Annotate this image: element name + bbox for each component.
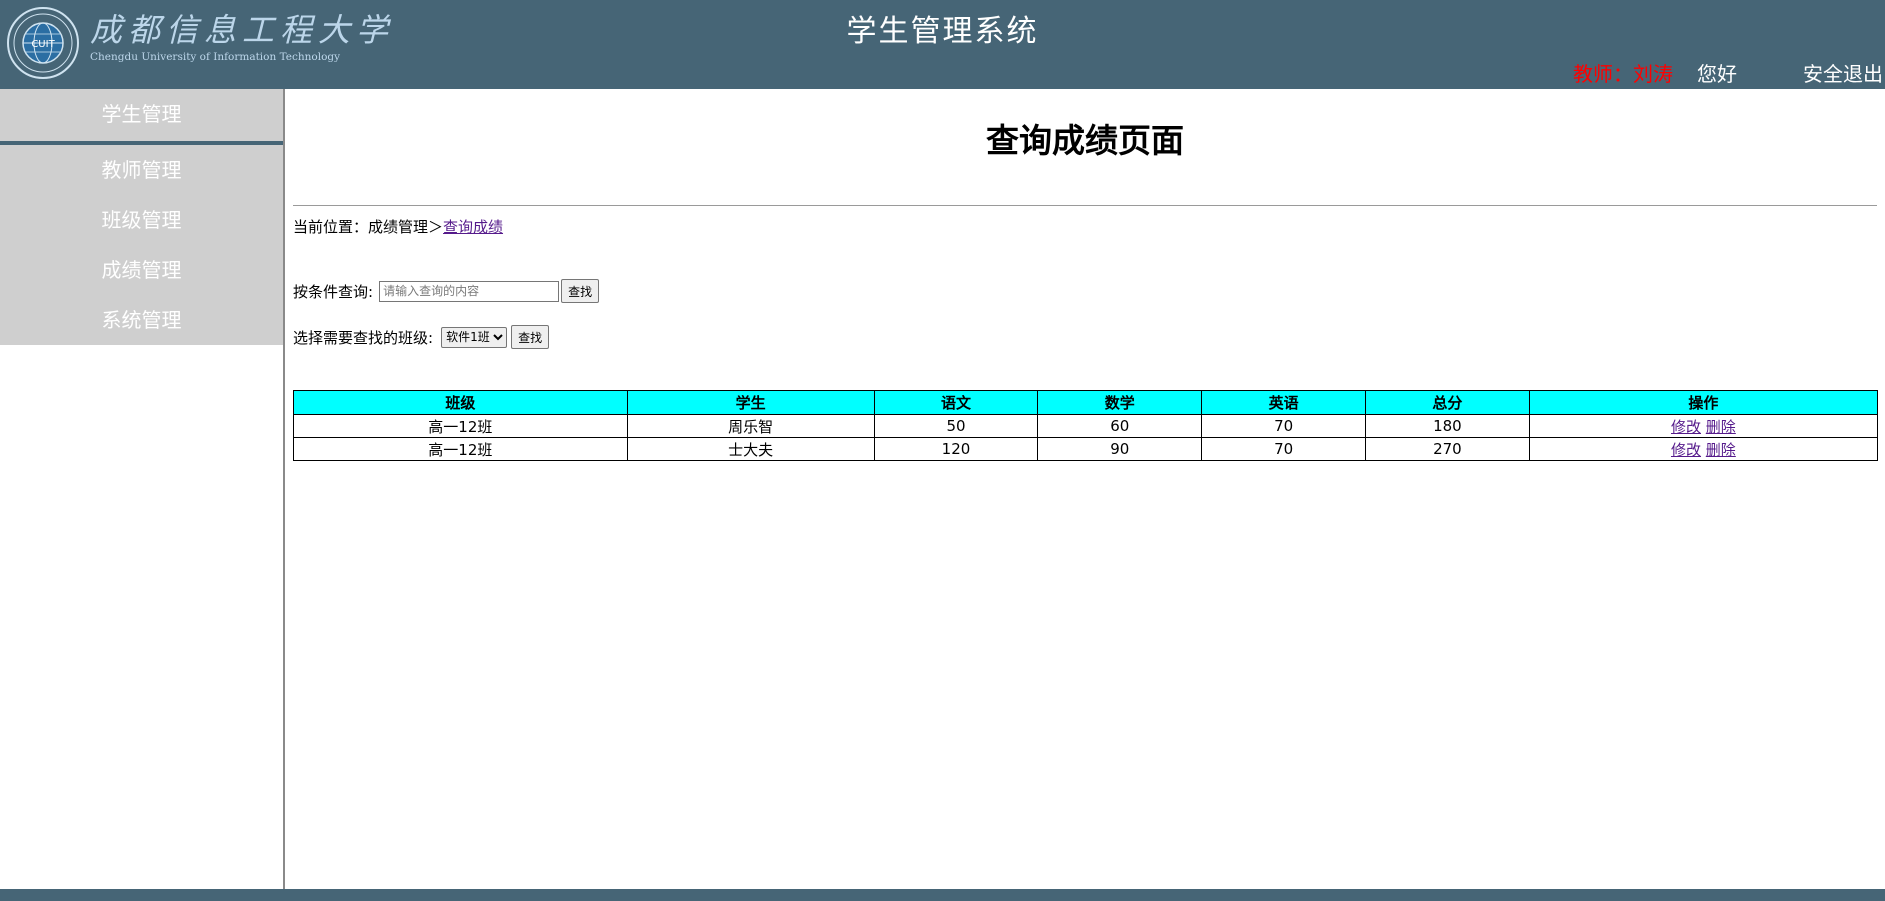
cell-english: 70: [1201, 414, 1367, 438]
edit-link[interactable]: 修改: [1671, 418, 1701, 436]
sidebar-item-teacher-management[interactable]: 教师管理: [0, 145, 283, 195]
cell-class: 高一12班: [293, 437, 628, 461]
column-header-class: 班级: [293, 390, 628, 415]
top-header: CUIT 成都信息工程大学 Chengdu University of Info…: [0, 0, 1885, 89]
search-label: 按条件查询:: [293, 282, 374, 301]
class-select[interactable]: 软件1班: [441, 326, 508, 348]
column-header-actions: 操作: [1528, 390, 1879, 415]
cell-class: 高一12班: [293, 414, 628, 438]
user-role-label: 教师：: [1573, 61, 1633, 86]
sidebar: 学生管理 教师管理 班级管理 成绩管理 系统管理: [0, 89, 285, 889]
main-content: 查询成绩页面 当前位置：成绩管理＞查询成绩 按条件查询: 查找 选择需要查找的班…: [285, 89, 1885, 889]
sidebar-menu: 学生管理 教师管理 班级管理 成绩管理 系统管理: [0, 89, 283, 345]
sidebar-item-system-management[interactable]: 系统管理: [0, 295, 283, 345]
cell-student: 士大夫: [626, 437, 875, 461]
cell-math: 90: [1037, 437, 1203, 461]
logo-english-name: Chengdu University of Information Techno…: [90, 51, 341, 63]
edit-link[interactable]: 修改: [1671, 441, 1701, 459]
cell-actions: 修改 删除: [1528, 414, 1879, 438]
page-title: 查询成绩页面: [986, 122, 1184, 159]
breadcrumb: 当前位置：成绩管理＞查询成绩: [293, 216, 503, 237]
sidebar-item-class-management[interactable]: 班级管理: [0, 195, 283, 245]
university-logo-icon: CUIT: [7, 7, 79, 79]
delete-link[interactable]: 删除: [1706, 418, 1736, 436]
column-header-chinese: 语文: [873, 390, 1039, 415]
grades-table: 班级 学生 语文 数学 英语 总分 操作 高一12班 周乐智 50 60 70 …: [293, 390, 1879, 461]
cell-total: 270: [1365, 437, 1530, 461]
cell-chinese: 50: [873, 414, 1039, 438]
search-button[interactable]: 查找: [561, 279, 600, 303]
class-search-button[interactable]: 查找: [511, 325, 550, 349]
cell-math: 60: [1037, 414, 1203, 438]
user-name: 刘涛: [1633, 61, 1673, 86]
table-row: 高一12班 士大夫 120 90 70 270 修改 删除: [293, 437, 1879, 461]
column-header-english: 英语: [1201, 390, 1367, 415]
search-input[interactable]: [379, 280, 560, 302]
cell-actions: 修改 删除: [1528, 437, 1879, 461]
class-filter-label: 选择需要查找的班级:: [293, 328, 434, 347]
cell-chinese: 120: [873, 437, 1039, 461]
university-logo-wordmark: 成都信息工程大学 Chengdu University of Informati…: [90, 10, 400, 70]
search-row: 按条件查询: 查找: [293, 279, 600, 303]
sidebar-item-grade-management[interactable]: 成绩管理: [0, 245, 283, 295]
user-info: 教师： 刘涛 您好 安全退出: [1573, 58, 1883, 86]
breadcrumb-current-link[interactable]: 查询成绩: [443, 218, 503, 236]
column-header-total: 总分: [1365, 390, 1530, 415]
cell-total: 180: [1365, 414, 1530, 438]
column-header-student: 学生: [626, 390, 875, 415]
footer-bar: [0, 889, 1885, 901]
logout-link[interactable]: 安全退出: [1803, 58, 1883, 87]
cell-english: 70: [1201, 437, 1367, 461]
breadcrumb-prefix: 当前位置：成绩管理＞: [293, 218, 444, 236]
greeting-text: 您好: [1697, 61, 1737, 86]
table-row: 高一12班 周乐智 50 60 70 180 修改 删除: [293, 414, 1879, 438]
sidebar-item-student-management[interactable]: 学生管理: [0, 89, 283, 145]
column-header-math: 数学: [1037, 390, 1203, 415]
logo-chinese-name: 成都信息工程大学: [90, 11, 395, 49]
class-filter-row: 选择需要查找的班级: 软件1班 查找: [293, 325, 550, 349]
cell-student: 周乐智: [626, 414, 875, 438]
svg-text:CUIT: CUIT: [31, 39, 55, 50]
delete-link[interactable]: 删除: [1706, 441, 1736, 459]
divider: [293, 205, 1877, 206]
table-header-row: 班级 学生 语文 数学 英语 总分 操作: [293, 390, 1879, 415]
